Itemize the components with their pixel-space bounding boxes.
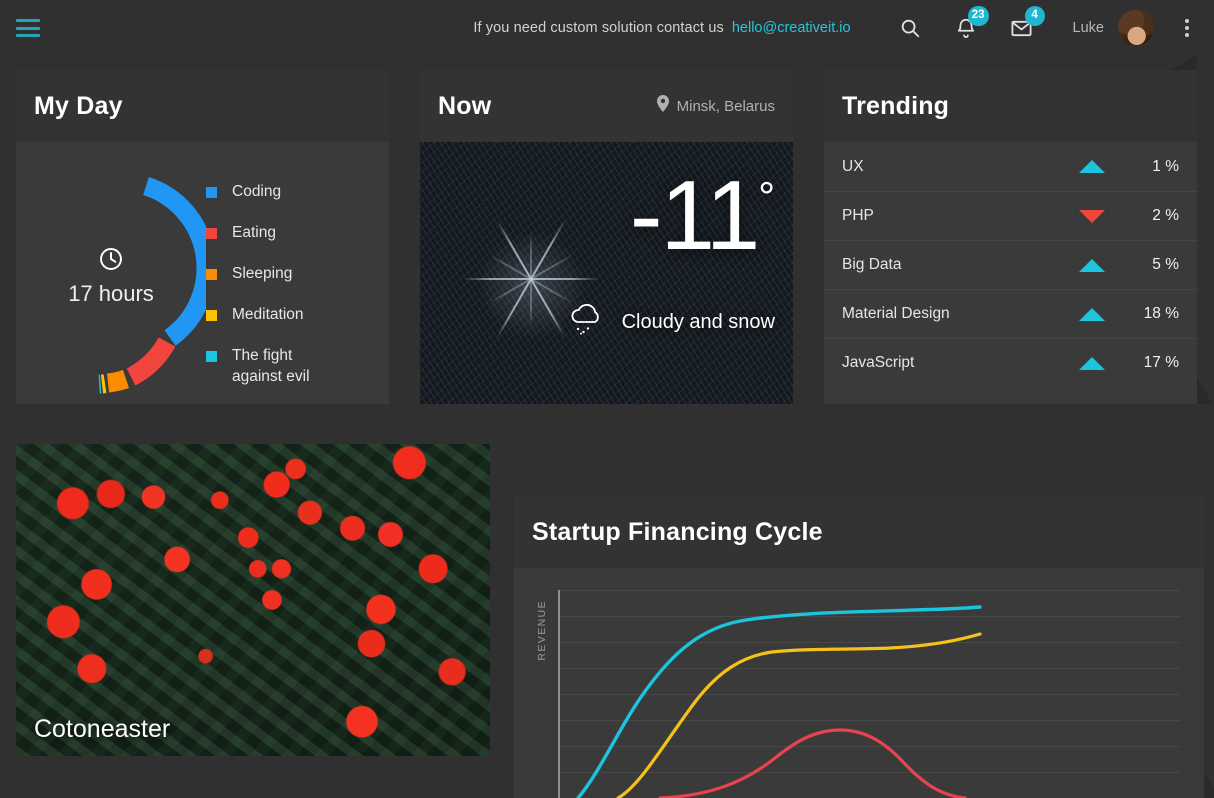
legend-label: Coding xyxy=(232,182,281,203)
degree-symbol: ° xyxy=(758,176,773,218)
table-row[interactable]: Material Design 18 % xyxy=(824,289,1197,338)
legend-item[interactable]: Coding xyxy=(206,182,389,203)
kebab-dot xyxy=(1185,33,1189,37)
photo-caption: Cotoneaster xyxy=(34,715,170,744)
trend-name: UX xyxy=(842,158,1079,176)
trend-up-icon xyxy=(1079,160,1105,173)
now-weather-card: Now Minsk, Belarus -11 ° xyxy=(420,70,793,404)
notifications-badge: 23 xyxy=(968,6,989,26)
chart-svg xyxy=(560,590,1180,798)
now-header: Now Minsk, Belarus xyxy=(420,70,793,142)
legend-label: Meditation xyxy=(232,305,304,326)
trend-percent: 18 % xyxy=(1135,305,1179,323)
trend-name: Big Data xyxy=(842,256,1079,274)
trend-up-icon xyxy=(1079,357,1105,370)
hamburger-bar xyxy=(16,19,40,22)
map-pin-icon xyxy=(656,95,677,117)
username-label: Luke xyxy=(1073,20,1104,36)
legend-item[interactable]: Eating xyxy=(206,223,389,244)
contact-email-link[interactable]: hello@creativeit.io xyxy=(732,20,851,36)
legend-item[interactable]: The fight against evil xyxy=(206,346,389,388)
trending-title: Trending xyxy=(842,92,949,121)
weather-condition-label: Cloudy and snow xyxy=(622,311,775,334)
my-day-legend: Coding Eating Sleeping Meditation The fi… xyxy=(206,142,389,404)
legend-swatch xyxy=(206,269,217,280)
weather-location-label: Minsk, Belarus xyxy=(677,98,775,115)
weather-condition: Cloudy and snow xyxy=(566,302,775,342)
search-icon xyxy=(899,17,921,39)
chart-series-1 xyxy=(578,607,980,798)
temperature-value: -11 xyxy=(630,170,758,260)
legend-swatch xyxy=(206,351,217,362)
trend-up-icon xyxy=(1079,308,1105,321)
financing-title: Startup Financing Cycle xyxy=(532,518,823,547)
table-row[interactable]: Big Data 5 % xyxy=(824,240,1197,289)
kebab-menu-icon[interactable] xyxy=(1172,13,1202,43)
legend-item[interactable]: Sleeping xyxy=(206,264,389,285)
contact-message: If you need custom solution contact us xyxy=(473,20,723,36)
temperature-display: -11 ° xyxy=(630,170,773,260)
trend-name: JavaScript xyxy=(842,354,1079,372)
kebab-dot xyxy=(1185,19,1189,23)
trending-header: Trending xyxy=(824,70,1197,142)
trending-card: Trending UX 1 % PHP 2 % Big Data 5 % Mat… xyxy=(824,70,1197,404)
hamburger-bar xyxy=(16,34,40,37)
legend-swatch xyxy=(206,310,217,321)
donut-segment-sleeping xyxy=(108,379,126,383)
trend-percent: 17 % xyxy=(1135,354,1179,372)
legend-label: The fight against evil xyxy=(232,346,328,388)
chart-series-3 xyxy=(660,730,965,798)
top-bar: If you need custom solution contact us h… xyxy=(0,0,1214,56)
now-title: Now xyxy=(438,92,491,121)
photo-card-cotoneaster[interactable]: Cotoneaster xyxy=(16,444,490,756)
financing-chart-card: Startup Financing Cycle REVENUE xyxy=(514,496,1204,798)
my-day-header: My Day xyxy=(16,70,389,142)
table-row[interactable]: UX 1 % xyxy=(824,142,1197,191)
messages-button[interactable]: 4 xyxy=(1005,11,1039,45)
hamburger-icon[interactable] xyxy=(16,19,40,37)
messages-badge: 4 xyxy=(1025,6,1045,26)
card-fold-top-right xyxy=(1171,54,1197,70)
chart-plot-area xyxy=(558,590,1190,798)
weather-location: Minsk, Belarus xyxy=(656,95,775,117)
legend-label: Sleeping xyxy=(232,264,292,285)
table-row[interactable]: JavaScript 17 % xyxy=(824,338,1197,387)
trend-name: PHP xyxy=(842,207,1079,225)
financing-chart-body: REVENUE xyxy=(514,568,1204,798)
trend-name: Material Design xyxy=(842,305,1079,323)
trend-percent: 2 % xyxy=(1135,207,1179,225)
my-day-body: 17 hours Coding Eating Sleeping xyxy=(16,142,389,404)
legend-swatch xyxy=(206,228,217,239)
cotoneaster-photo xyxy=(16,444,490,756)
donut-segment-eating xyxy=(131,342,167,377)
kebab-dot xyxy=(1185,26,1189,30)
my-day-card: My Day xyxy=(16,70,389,404)
donut-segment-coding xyxy=(146,186,206,338)
dashboard-content: My Day xyxy=(0,56,1214,742)
trending-list: UX 1 % PHP 2 % Big Data 5 % Material Des… xyxy=(824,142,1197,387)
donut-svg xyxy=(16,142,206,404)
card-fold-bottom-right xyxy=(1204,772,1214,798)
my-day-donut-chart: 17 hours xyxy=(16,142,206,404)
avatar[interactable] xyxy=(1118,10,1154,46)
legend-swatch xyxy=(206,187,217,198)
trend-up-icon xyxy=(1079,259,1105,272)
trend-percent: 5 % xyxy=(1135,256,1179,274)
trend-down-icon xyxy=(1079,210,1105,223)
notifications-button[interactable]: 23 xyxy=(949,11,983,45)
my-day-title: My Day xyxy=(34,92,123,121)
hamburger-bar xyxy=(16,27,40,30)
search-button[interactable] xyxy=(893,11,927,45)
legend-label: Eating xyxy=(232,223,276,244)
financing-header: Startup Financing Cycle xyxy=(514,496,1204,568)
card-fold-bottom-right xyxy=(1197,378,1213,404)
weather-photo: -11 ° Cloudy and snow xyxy=(420,142,793,404)
table-row[interactable]: PHP 2 % xyxy=(824,191,1197,240)
cloud-snow-icon xyxy=(566,302,622,342)
legend-item[interactable]: Meditation xyxy=(206,305,389,326)
chart-y-axis-label: REVENUE xyxy=(536,600,548,661)
trend-percent: 1 % xyxy=(1135,158,1179,176)
